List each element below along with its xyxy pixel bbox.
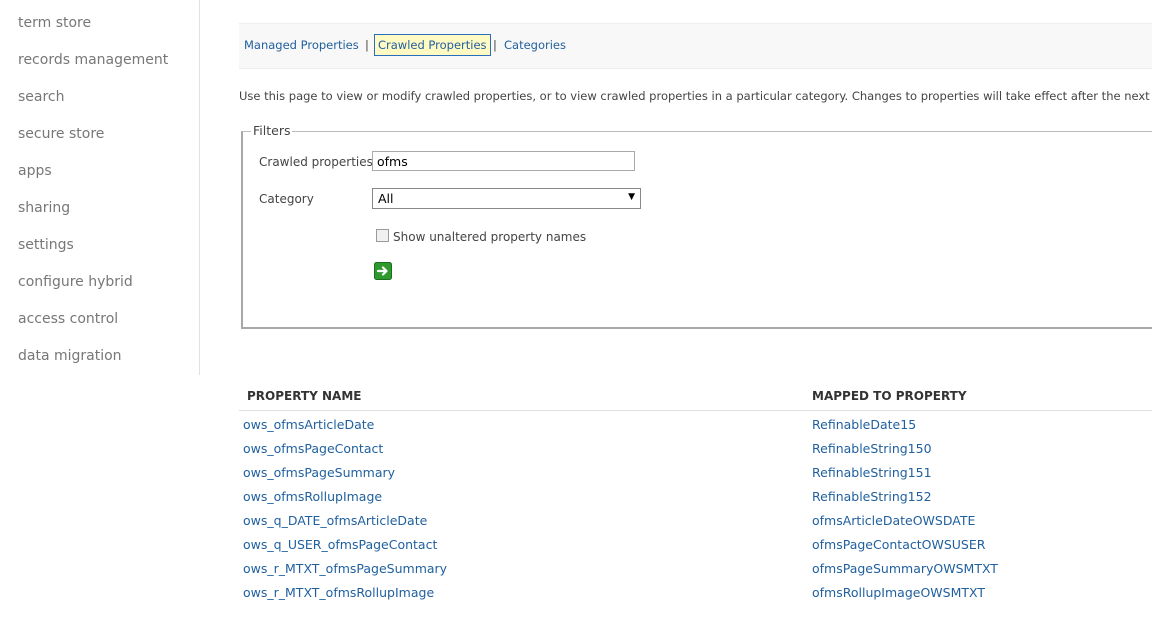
property-name-link[interactable]: ows_q_DATE_ofmsArticleDate [243,513,427,528]
sidebar-item-access-control[interactable]: access control [18,311,118,327]
mapped-property-link[interactable]: ofmsPageSummaryOWSMTXT [812,561,998,576]
crawled-properties-label: Crawled properties [259,155,373,169]
property-name-link[interactable]: ows_r_MTXT_ofmsPageSummary [243,561,447,576]
sidebar-item-settings[interactable]: settings [18,237,74,253]
mapped-property-link[interactable]: RefinableDate15 [812,417,916,432]
page: term store records management search sec… [0,0,1152,626]
show-unaltered-names-label: Show unaltered property names [393,230,587,244]
go-arrow-button[interactable] [374,262,392,280]
dropdown-arrow-icon: ▼ [628,192,635,202]
tab-bar: Managed Properties | Crawled Properties … [239,23,1152,69]
sidebar-item-search[interactable]: search [18,89,65,105]
property-name-link[interactable]: ows_ofmsPageContact [243,441,383,456]
left-navigation: term store records management search sec… [0,0,200,375]
filters-legend: Filters [251,123,293,138]
property-name-link[interactable]: ows_r_MTXT_ofmsRollupImage [243,585,434,600]
property-name-link[interactable]: ows_ofmsRollupImage [243,489,382,504]
sidebar-item-apps[interactable]: apps [18,163,52,179]
category-label: Category [259,192,314,206]
sidebar-item-records-management[interactable]: records management [18,52,168,68]
sidebar-item-secure-store[interactable]: secure store [18,126,104,142]
tab-crawled-properties[interactable]: Crawled Properties [374,34,491,56]
sidebar-item-configure-hybrid[interactable]: configure hybrid [18,274,133,290]
sidebar-item-sharing[interactable]: sharing [18,200,70,216]
table-row: ows_q_USER_ofmsPageContact ofmsPageConta… [0,535,1152,559]
table-row: ows_r_MTXT_ofmsPageSummary ofmsPageSumma… [0,559,1152,583]
table-row: ows_r_MTXT_ofmsRollupImage ofmsRollupIma… [0,583,1152,607]
column-header-mapped-to-property: MAPPED TO PROPERTY [812,389,967,403]
category-select[interactable]: All ▼ [372,188,641,209]
mapped-property-link[interactable]: ofmsRollupImageOWSMTXT [812,585,985,600]
tab-managed-properties[interactable]: Managed Properties [244,38,359,52]
mapped-property-link[interactable]: ofmsArticleDateOWSDATE [812,513,975,528]
mapped-property-link[interactable]: RefinableString150 [812,441,932,456]
mapped-property-link[interactable]: ofmsPageContactOWSUSER [812,537,985,552]
table-row: ows_ofmsPageContact RefinableString150 [0,439,1152,463]
table-row: ows_q_DATE_ofmsArticleDate ofmsArticleDa… [0,511,1152,535]
table-header-divider [239,410,1152,411]
mapped-property-link[interactable]: RefinableString151 [812,465,932,480]
property-name-link[interactable]: ows_ofmsPageSummary [243,465,395,480]
table-row: ows_ofmsRollupImage RefinableString152 [0,487,1152,511]
property-name-link[interactable]: ows_q_USER_ofmsPageContact [243,537,437,552]
column-header-property-name: PROPERTY NAME [247,389,362,403]
mapped-property-link[interactable]: RefinableString152 [812,489,932,504]
page-description: Use this page to view or modify crawled … [239,89,1152,103]
crawled-properties-input[interactable] [372,151,635,171]
green-arrow-go-icon [374,262,392,280]
sidebar-item-term-store[interactable]: term store [18,15,91,31]
tab-categories[interactable]: Categories [504,38,566,52]
show-unaltered-names-checkbox[interactable] [376,229,389,242]
tab-separator: | [493,38,497,52]
category-select-value: All [378,191,394,206]
tab-separator: | [365,38,369,52]
sidebar-item-data-migration[interactable]: data migration [18,348,122,364]
property-name-link[interactable]: ows_ofmsArticleDate [243,417,374,432]
table-row: ows_ofmsPageSummary RefinableString151 [0,463,1152,487]
property-table-body: ows_ofmsArticleDate RefinableDate15 ows_… [0,415,1152,607]
table-row: ows_ofmsArticleDate RefinableDate15 [0,415,1152,439]
